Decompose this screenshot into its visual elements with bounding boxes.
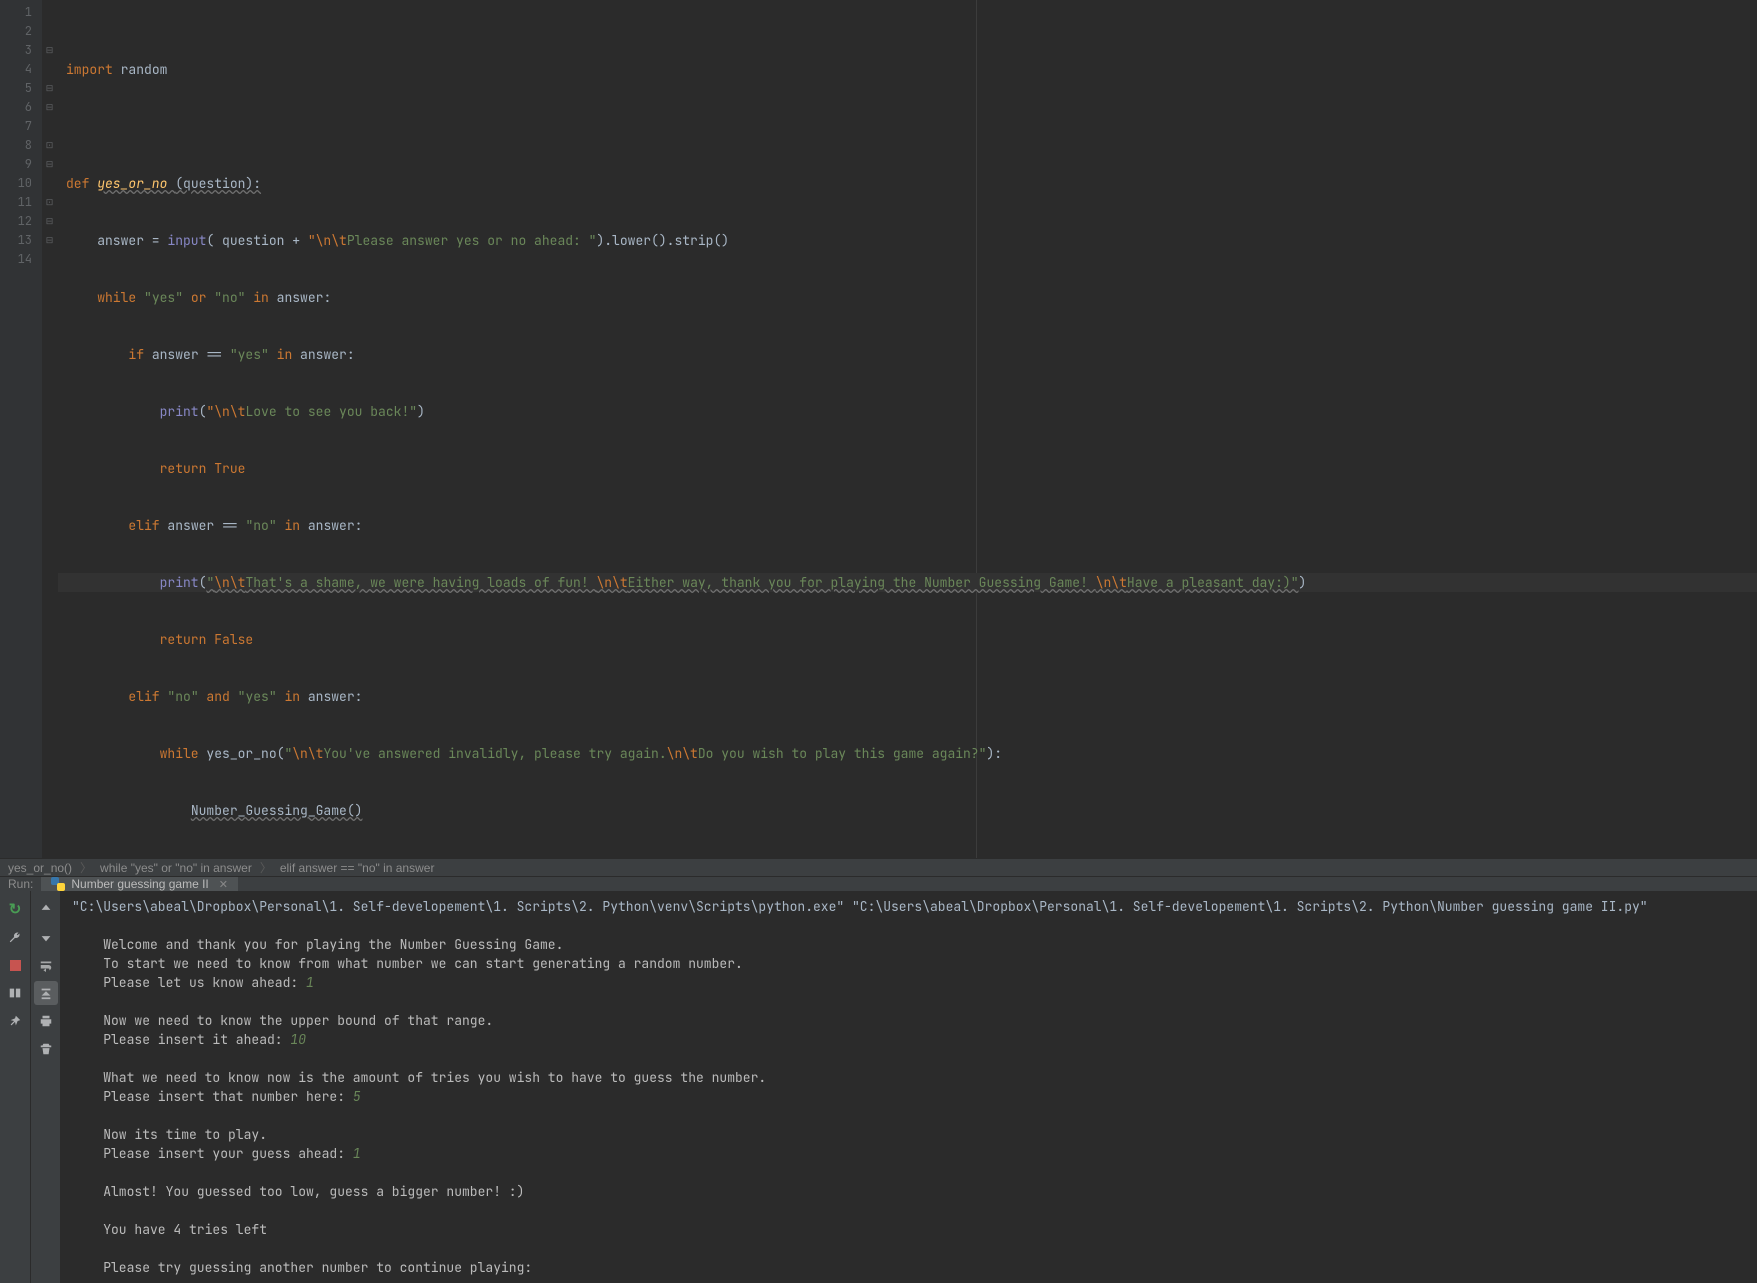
run-label: Run: xyxy=(0,877,41,891)
layout-icon[interactable] xyxy=(3,981,27,1005)
up-icon[interactable] xyxy=(34,897,58,921)
run-toolbar-left: ↻ xyxy=(0,891,30,1283)
breadcrumb: yes_or_no() 〉 while "yes" or "no" in ans… xyxy=(0,858,1757,877)
print-icon[interactable] xyxy=(34,1009,58,1033)
chevron-right-icon: 〉 xyxy=(80,859,92,876)
pin-icon[interactable] xyxy=(3,1009,27,1033)
fold-column[interactable]: ⊟⊟⊟⊡⊟⊡⊟⊟ xyxy=(42,0,58,858)
run-tab[interactable]: Number guessing game II ✕ xyxy=(41,877,238,891)
code-editor[interactable]: 12 34 56 78 910 1112 1314 ⊟⊟⊟⊡⊟⊡⊟⊟ impor… xyxy=(0,0,1757,858)
run-tab-label: Number guessing game II xyxy=(71,877,208,891)
rerun-button[interactable]: ↻ xyxy=(3,897,27,921)
python-icon xyxy=(51,877,65,891)
console-output[interactable]: "C:\Users\abeal\Dropbox\Personal\1. Self… xyxy=(60,891,1757,1283)
breadcrumb-item[interactable]: yes_or_no() xyxy=(8,861,72,875)
gutter: 12 34 56 78 910 1112 1314 xyxy=(0,0,42,858)
soft-wrap-icon[interactable] xyxy=(34,953,58,977)
breadcrumb-item[interactable]: elif answer == "no" in answer xyxy=(280,861,435,875)
down-icon[interactable] xyxy=(34,925,58,949)
scroll-to-end-icon[interactable] xyxy=(34,981,58,1005)
run-console: ↻ "C:\Users\abeal\Dropbox\Personal\1. Se… xyxy=(0,891,1757,1283)
run-toolbar-right xyxy=(30,891,60,1283)
chevron-right-icon: 〉 xyxy=(260,859,272,876)
close-icon[interactable]: ✕ xyxy=(219,878,228,891)
breadcrumb-item[interactable]: while "yes" or "no" in answer xyxy=(100,861,252,875)
stop-button[interactable] xyxy=(3,953,27,977)
trash-icon[interactable] xyxy=(34,1037,58,1061)
wrench-icon[interactable] xyxy=(3,925,27,949)
run-toolwindow-header: Run: Number guessing game II ✕ xyxy=(0,877,1757,891)
code-content[interactable]: import random def yes_or_no (question): … xyxy=(58,0,1757,858)
